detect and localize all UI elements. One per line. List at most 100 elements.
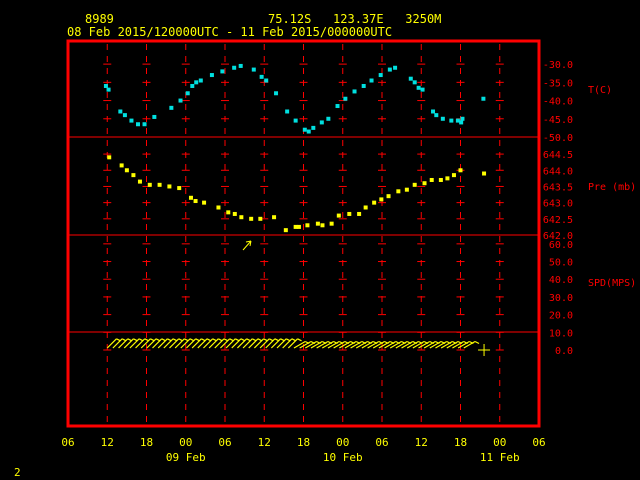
temperature-point: [343, 96, 348, 101]
pressure-point: [379, 197, 384, 202]
pressure-point: [188, 195, 193, 200]
pressure-point: [157, 182, 162, 187]
pressure-point: [258, 216, 263, 221]
temperature-point: [185, 91, 190, 96]
pressure-point: [147, 182, 152, 187]
pressure-point: [482, 171, 487, 176]
temperature-point: [440, 116, 445, 121]
pressure-point: [445, 176, 450, 181]
temperature-point: [293, 118, 298, 123]
temperature-point: [198, 78, 203, 83]
temperature-point: [481, 96, 486, 101]
pressure-point: [404, 187, 409, 192]
pressure-point: [193, 199, 198, 204]
y-tick-label-temperature: -40.0: [543, 97, 573, 108]
pressure-point: [315, 221, 320, 226]
temperature-point: [169, 105, 174, 110]
temperature-point: [220, 69, 225, 74]
pressure-point: [412, 182, 417, 187]
temperature-point: [135, 122, 140, 127]
pressure-point: [272, 215, 277, 220]
pressure-point: [232, 211, 237, 216]
temperature-point: [302, 127, 307, 132]
x-tick-label: 00: [179, 436, 192, 449]
x-tick-label: 12: [258, 436, 271, 449]
pressure-point: [422, 181, 427, 186]
temperature-point: [319, 120, 324, 125]
pressure-point: [107, 155, 112, 160]
temperature-point: [152, 114, 157, 119]
pressure-point: [429, 177, 434, 182]
temperature-point: [420, 87, 425, 92]
pressure-point: [386, 194, 391, 199]
pressure-point: [216, 205, 221, 210]
temperature-point: [178, 98, 183, 103]
pressure-point: [396, 189, 401, 194]
panel-label-pressure: Pre (mb): [588, 182, 636, 193]
pressure-point: [249, 216, 254, 221]
pressure-point: [320, 223, 325, 228]
temperature-point: [232, 65, 237, 70]
y-tick-label-pressure: 644.5: [543, 150, 573, 161]
y-tick-label-temperature: -45.0: [543, 115, 573, 126]
temperature-point: [352, 89, 357, 94]
x-tick-label: 12: [415, 436, 428, 449]
temperature-point: [259, 74, 264, 79]
y-tick-label-temperature: -50.0: [543, 133, 573, 144]
x-tick-label: 06: [61, 436, 74, 449]
x-date-label: 11 Feb: [480, 451, 520, 464]
pressure-point: [347, 211, 352, 216]
y-tick-label-pressure: 644.0: [543, 166, 573, 177]
x-tick-label: 12: [101, 436, 114, 449]
x-tick-label: 00: [336, 436, 349, 449]
y-tick-label-pressure: 643.5: [543, 182, 573, 193]
meteogram-chart: 8989 75.12S 123.37E 3250M 08 Feb 2015/12…: [0, 0, 640, 480]
x-tick-label: 06: [218, 436, 231, 449]
y-tick-label-pressure: 642.5: [543, 215, 573, 226]
y-tick-label-pressure: 643.0: [543, 199, 573, 210]
pressure-point: [329, 221, 334, 226]
pressure-point: [357, 211, 362, 216]
y-tick-label-wind_speed: 0.0: [555, 346, 573, 357]
pressure-point: [119, 163, 124, 168]
temperature-point: [335, 104, 340, 109]
temperature-point: [238, 63, 243, 68]
temperature-point: [285, 109, 290, 114]
x-tick-label: 18: [297, 436, 310, 449]
temperature-point: [408, 76, 413, 81]
temperature-point: [106, 87, 111, 92]
pressure-point: [137, 179, 142, 184]
y-tick-label-temperature: -35.0: [543, 78, 573, 89]
pressure-point: [458, 168, 463, 173]
pressure-point: [438, 177, 443, 182]
temperature-point: [251, 67, 256, 72]
temperature-point: [274, 91, 279, 96]
temperature-point: [209, 73, 214, 78]
temperature-point: [129, 118, 134, 123]
y-tick-label-wind_speed: 30.0: [549, 293, 573, 304]
temperature-point: [431, 109, 436, 114]
temperature-point: [306, 129, 311, 134]
pressure-point: [239, 215, 244, 220]
temperature-point: [264, 78, 269, 83]
pressure-point: [372, 200, 377, 205]
time-range: 08 Feb 2015/120000UTC - 11 Feb 2015/0000…: [67, 25, 392, 39]
temperature-point: [459, 120, 464, 125]
temperature-point: [449, 118, 454, 123]
temperature-point: [387, 67, 392, 72]
temperature-point: [194, 80, 199, 85]
panel-label-temperature: T(C): [588, 85, 612, 96]
x-tick-label: 00: [493, 436, 506, 449]
pressure-point: [226, 210, 231, 215]
temperature-point: [118, 109, 123, 114]
temperature-point: [142, 122, 147, 127]
x-date-label: 09 Feb: [166, 451, 206, 464]
y-tick-label-wind_speed: 20.0: [549, 311, 573, 322]
y-tick-label-wind_speed: 50.0: [549, 258, 573, 269]
pressure-point: [177, 186, 182, 191]
x-tick-label: 18: [454, 436, 467, 449]
pressure-point: [167, 184, 172, 189]
station-location: 75.12S 123.37E 3250M: [268, 12, 441, 26]
station-id: 8989: [85, 12, 114, 26]
x-tick-label: 18: [140, 436, 153, 449]
